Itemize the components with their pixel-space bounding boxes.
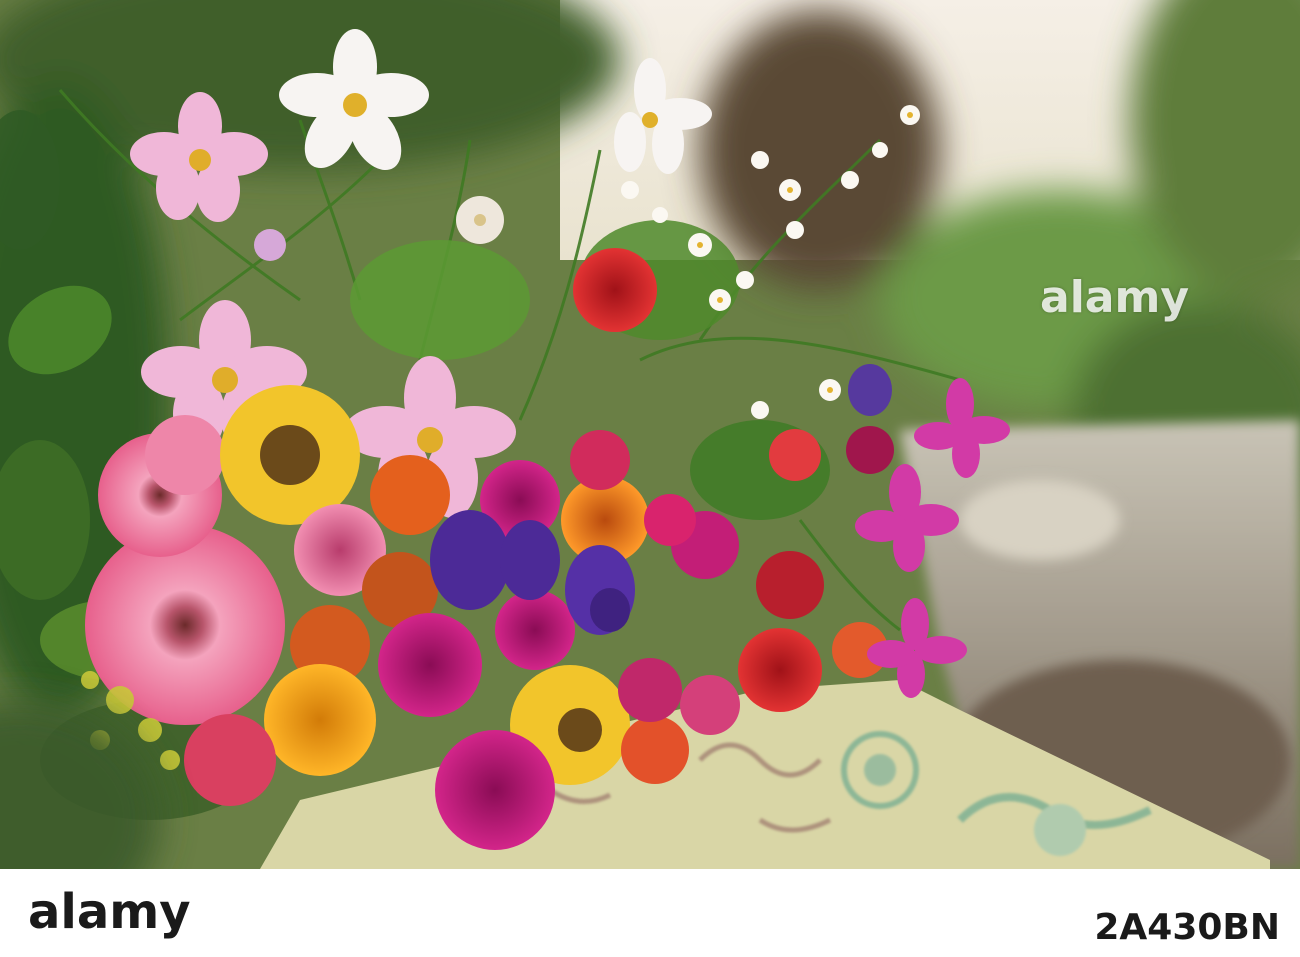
photo-rendering <box>0 0 1300 869</box>
bouquet-photo: alamy <box>0 0 1300 869</box>
image-id: 2A430BN <box>1094 907 1280 948</box>
stock-footer: alamy 2A430BN <box>0 869 1300 957</box>
brand-logo: alamy <box>28 884 191 940</box>
watermark-text: alamy <box>1040 272 1189 323</box>
